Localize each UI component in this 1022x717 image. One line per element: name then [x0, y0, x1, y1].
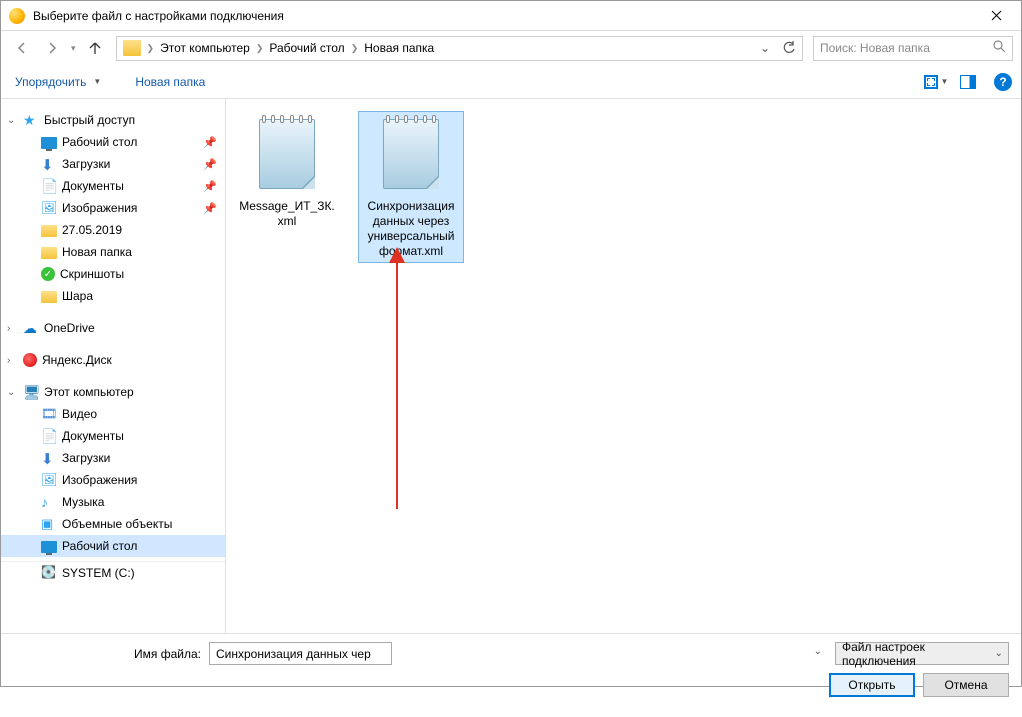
sidebar-video[interactable]: 🎞Видео — [1, 403, 225, 425]
navigation-tree: ⌄★Быстрый доступ Рабочий стол📌 ⬇Загрузки… — [1, 99, 226, 633]
file-type-filter[interactable]: Файл настроек подключения ⌄ — [835, 642, 1009, 665]
chevron-right-icon[interactable]: ❯ — [145, 43, 157, 54]
open-button[interactable]: Открыть — [829, 673, 915, 697]
sidebar-this-pc[interactable]: ⌄🖥Этот компьютер — [1, 381, 225, 403]
drive-icon: 💽 — [41, 565, 57, 581]
folder-icon — [123, 40, 141, 56]
organize-label: Упорядочить — [15, 75, 86, 89]
chevron-right-icon[interactable]: ❯ — [254, 43, 266, 54]
sidebar-system-c[interactable]: 💽SYSTEM (C:) — [1, 562, 225, 584]
file-list[interactable]: Message_ИТ_ЗК.xml Синхронизация данных ч… — [226, 99, 1021, 633]
sidebar-yandex-disk[interactable]: ›Яндекс.Диск — [1, 349, 225, 371]
breadcrumb-desktop[interactable]: Рабочий стол — [265, 39, 348, 57]
video-icon: 🎞 — [41, 406, 57, 422]
download-icon: ⬇ — [41, 450, 57, 466]
sidebar-documents2[interactable]: 📄Документы — [1, 425, 225, 447]
sidebar-documents[interactable]: 📄Документы📌 — [1, 175, 225, 197]
file-label: Message_ИТ_ЗК.xml — [238, 199, 336, 229]
sidebar-onedrive[interactable]: ›☁OneDrive — [1, 317, 225, 339]
music-icon: ♪ — [41, 494, 57, 510]
folder-icon — [41, 291, 57, 303]
download-icon: ⬇ — [41, 156, 57, 172]
filter-label: Файл настроек подключения — [842, 640, 990, 668]
chevron-down-icon: ⌄ — [995, 648, 1003, 659]
filename-label: Имя файла: — [134, 647, 201, 661]
folder-icon — [41, 225, 57, 237]
desktop-icon — [41, 541, 57, 553]
back-button[interactable] — [9, 35, 35, 61]
chevron-down-icon[interactable]: ⌄ — [814, 646, 822, 657]
organize-button[interactable]: Упорядочить ▼ — [9, 71, 107, 93]
close-button[interactable] — [974, 2, 1019, 30]
cube-icon: ▣ — [41, 516, 57, 532]
search-placeholder: Поиск: Новая папка — [820, 41, 930, 55]
xml-file-icon — [251, 115, 323, 195]
sidebar-shara[interactable]: Шара — [1, 285, 225, 307]
pin-icon: 📌 — [203, 202, 217, 215]
new-folder-button[interactable]: Новая папка — [129, 71, 211, 93]
search-input[interactable]: Поиск: Новая папка — [813, 36, 1013, 61]
refresh-button[interactable] — [778, 37, 800, 59]
up-button[interactable] — [82, 35, 108, 61]
pin-icon: 📌 — [203, 180, 217, 193]
sidebar-3d-objects[interactable]: ▣Объемные объекты — [1, 513, 225, 535]
sidebar-date-folder[interactable]: 27.05.2019 — [1, 219, 225, 241]
pictures-icon: 🖼 — [41, 472, 57, 488]
folder-icon — [41, 247, 57, 259]
cancel-button[interactable]: Отмена — [923, 673, 1009, 697]
pin-icon: 📌 — [203, 158, 217, 171]
app-icon — [9, 8, 25, 24]
document-icon: 📄 — [41, 428, 57, 444]
address-dropdown[interactable]: ⌄ — [754, 37, 776, 59]
file-label: Синхронизация данных через универсальный… — [362, 199, 460, 259]
document-icon: 📄 — [41, 178, 57, 194]
xml-file-icon — [375, 115, 447, 195]
sidebar-downloads[interactable]: ⬇Загрузки📌 — [1, 153, 225, 175]
file-item[interactable]: Message_ИТ_ЗК.xml — [234, 111, 340, 233]
view-mode-button[interactable]: ▼ — [923, 69, 949, 95]
sidebar-pictures[interactable]: 🖼Изображения📌 — [1, 197, 225, 219]
sidebar-screenshots[interactable]: ✓Скриншоты — [1, 263, 225, 285]
sidebar-quick-access[interactable]: ⌄★Быстрый доступ — [1, 109, 225, 131]
sidebar-music[interactable]: ♪Музыка — [1, 491, 225, 513]
window-title: Выберите файл с настройками подключения — [33, 9, 974, 23]
check-icon: ✓ — [41, 267, 55, 281]
annotation-arrow — [396, 249, 398, 509]
sidebar-desktop[interactable]: Рабочий стол📌 — [1, 131, 225, 153]
help-button[interactable]: ? — [987, 69, 1013, 95]
preview-pane-button[interactable] — [955, 69, 981, 95]
filename-input[interactable] — [209, 642, 392, 665]
desktop-icon — [41, 137, 57, 149]
forward-button[interactable] — [39, 35, 65, 61]
sidebar-desktop2[interactable]: Рабочий стол — [1, 535, 225, 557]
file-item-selected[interactable]: Синхронизация данных через универсальный… — [358, 111, 464, 263]
sidebar-downloads2[interactable]: ⬇Загрузки — [1, 447, 225, 469]
sidebar-pictures2[interactable]: 🖼Изображения — [1, 469, 225, 491]
yandex-disk-icon — [23, 353, 37, 367]
star-icon: ★ — [23, 112, 39, 128]
address-bar[interactable]: ❯ Этот компьютер ❯ Рабочий стол ❯ Новая … — [116, 36, 803, 61]
search-icon — [993, 40, 1006, 56]
history-dropdown[interactable]: ▾ — [69, 43, 78, 54]
chevron-right-icon[interactable]: ❯ — [349, 43, 361, 54]
breadcrumb-folder[interactable]: Новая папка — [360, 39, 438, 57]
chevron-down-icon: ▼ — [93, 77, 101, 86]
breadcrumb-pc[interactable]: Этот компьютер — [156, 39, 254, 57]
pictures-icon: 🖼 — [41, 200, 57, 216]
cloud-icon: ☁ — [23, 320, 39, 336]
pc-icon: 🖥 — [23, 384, 39, 400]
sidebar-new-folder[interactable]: Новая папка — [1, 241, 225, 263]
pin-icon: 📌 — [203, 136, 217, 149]
